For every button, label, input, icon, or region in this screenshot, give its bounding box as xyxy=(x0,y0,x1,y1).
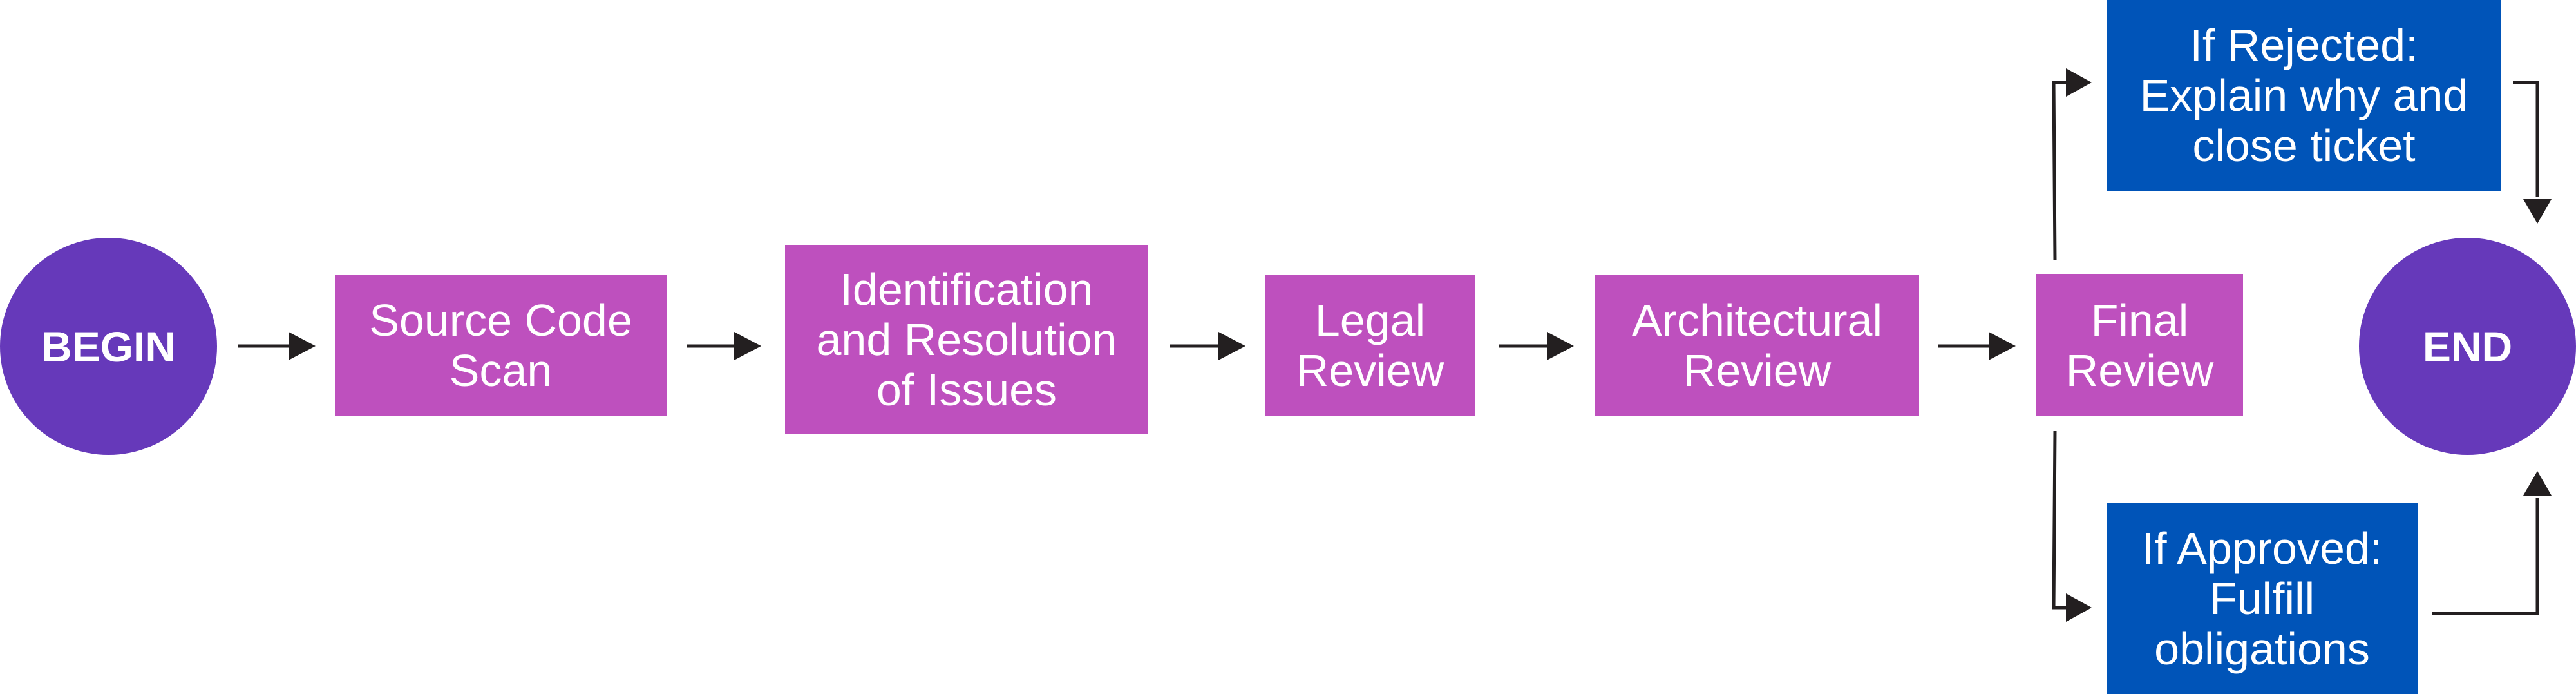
rejected-outcome: If Rejected: Explain why and close ticke… xyxy=(2107,0,2501,191)
identification-step: Identification and Resolution of Issues xyxy=(785,245,1148,434)
arrow-final-to-rejected xyxy=(2052,81,2066,261)
arrow-rejected-to-end xyxy=(2513,81,2539,197)
begin-label: BEGIN xyxy=(41,322,176,371)
final-review-label: Final Review xyxy=(2065,294,2214,396)
arrowhead xyxy=(734,332,761,360)
source-code-scan-label: Source Code Scan xyxy=(369,295,632,396)
architectural-review-step: Architectural Review xyxy=(1595,275,1919,416)
arrowhead xyxy=(2066,68,2092,97)
arrowhead xyxy=(2523,471,2552,496)
end-label: END xyxy=(2422,322,2513,371)
arrowhead xyxy=(2523,199,2552,224)
begin-node: BEGIN xyxy=(0,238,217,455)
legal-review-step: Legal Review xyxy=(1265,275,1475,416)
rejected-label: If Rejected: Explain why and close ticke… xyxy=(2139,20,2468,171)
arrowhead xyxy=(289,332,316,360)
arrowhead xyxy=(1989,332,2016,360)
identification-label: Identification and Resolution of Issues xyxy=(816,264,1117,415)
legal-review-label: Legal Review xyxy=(1296,295,1444,396)
final-review-step: Final Review xyxy=(2036,274,2243,416)
arrow-final-to-approved xyxy=(2052,430,2066,610)
arrowhead xyxy=(2066,593,2092,622)
architectural-review-label: Architectural Review xyxy=(1631,295,1883,396)
source-code-scan-step: Source Code Scan xyxy=(335,275,667,416)
approved-label: If Approved: Fulfill obligations xyxy=(2141,523,2383,674)
end-node: END xyxy=(2359,238,2576,455)
arrowhead xyxy=(1218,332,1245,360)
arrowhead xyxy=(1547,332,1574,360)
arrow-approved-to-end xyxy=(2432,498,2539,615)
approved-outcome: If Approved: Fulfill obligations xyxy=(2107,503,2418,694)
